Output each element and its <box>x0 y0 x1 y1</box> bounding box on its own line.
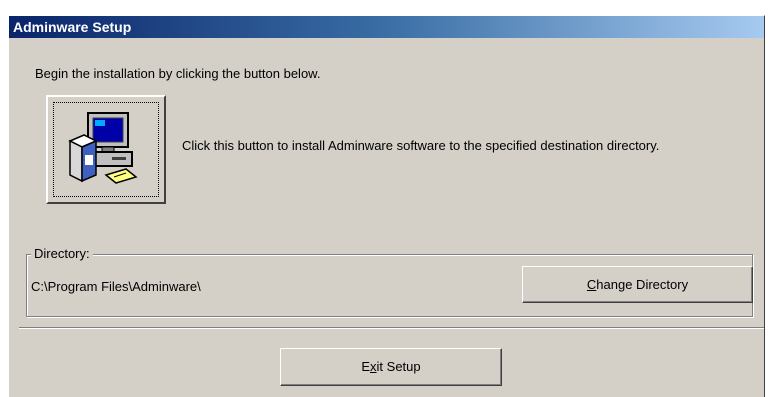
directory-group-label: Directory: <box>31 246 93 261</box>
intro-text: Begin the installation by clicking the b… <box>35 66 321 81</box>
install-button[interactable] <box>46 95 166 204</box>
title-bar[interactable]: Adminware Setup <box>9 16 764 38</box>
computer-install-icon <box>68 112 138 184</box>
change-directory-button[interactable]: Change Directory <box>522 266 753 303</box>
exit-setup-button[interactable]: Exit Setup <box>280 348 502 386</box>
exit-label-prefix: E <box>361 359 371 374</box>
install-description: Click this button to install Adminware s… <box>182 138 660 153</box>
change-directory-label-suffix: hange Directory <box>596 277 689 292</box>
window-title: Adminware Setup <box>13 19 132 35</box>
setup-dialog: Adminware Setup Begin the installation b… <box>8 15 765 397</box>
directory-path: C:\Program Files\Adminware\ <box>31 279 201 294</box>
change-directory-mnemonic: C <box>586 277 597 292</box>
separator <box>19 327 764 329</box>
exit-label-suffix: it Setup <box>376 359 421 374</box>
